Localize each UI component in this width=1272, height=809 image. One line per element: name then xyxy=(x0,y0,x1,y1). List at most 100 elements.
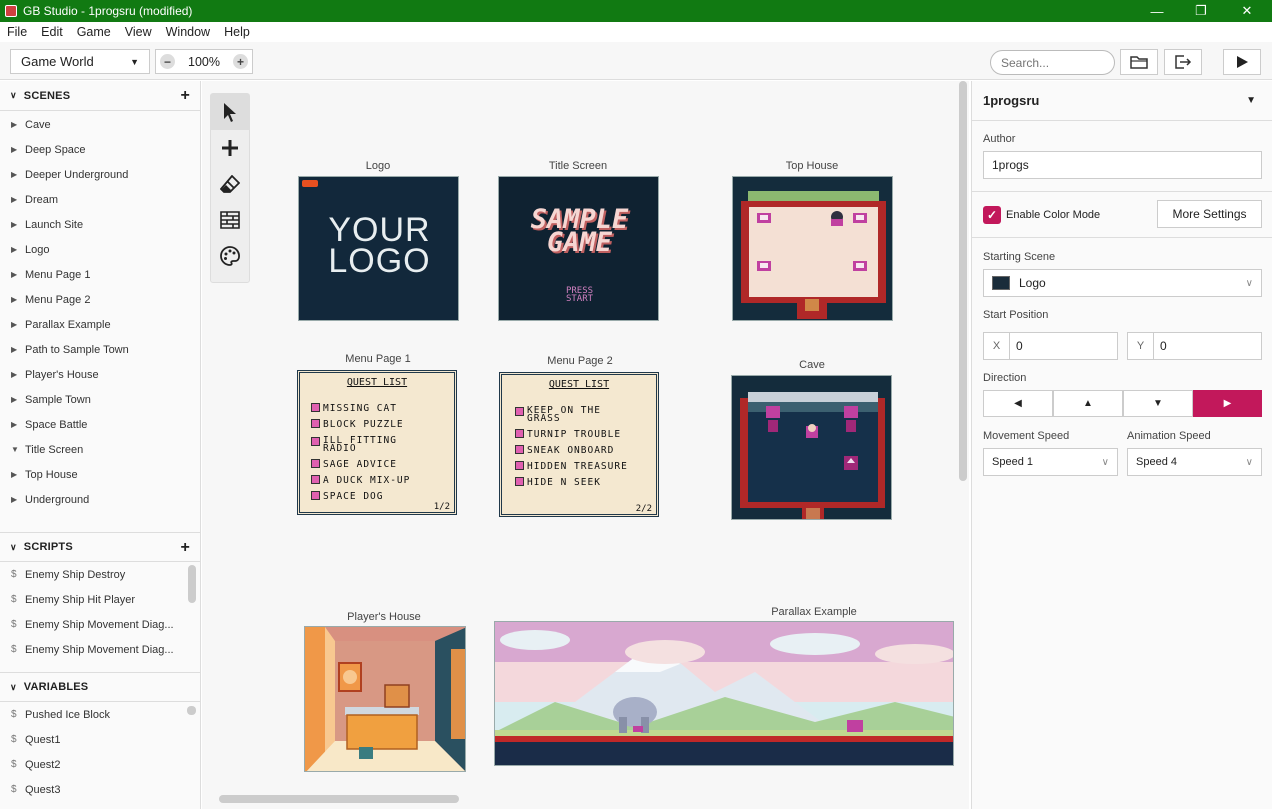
scene-logo[interactable]: YOUR LOGO xyxy=(298,176,459,321)
scenes-section-header[interactable]: ∨ SCENES + xyxy=(0,81,200,111)
scene-menu-page-1[interactable]: QUEST LIST MISSING CAT BLOCK PUZZLE ILL … xyxy=(297,370,457,515)
scene-parallax-example[interactable] xyxy=(494,621,954,766)
direction-label: Direction xyxy=(983,372,1027,384)
menu-help[interactable]: Help xyxy=(217,25,257,39)
scene-item[interactable]: ▶ Deep Space xyxy=(0,137,200,162)
starting-scene-select[interactable]: Logo ∨ xyxy=(983,269,1262,297)
direction-right-button[interactable]: ▶ xyxy=(1193,390,1262,417)
color-mode-checkbox[interactable]: ✓ xyxy=(983,206,1001,224)
scene-item[interactable]: ▶ Menu Page 2 xyxy=(0,287,200,312)
scene-cave[interactable] xyxy=(731,375,892,520)
view-select-label: Game World xyxy=(21,54,94,69)
scripts-section-header[interactable]: ∨ SCRIPTS + xyxy=(0,532,200,562)
quest-item-label: SNEAK ONBOARD xyxy=(527,445,615,456)
quest-item-label: KEEP ON THE GRASS xyxy=(527,405,601,424)
chevron-down-icon: ∨ xyxy=(10,681,17,692)
direction-down-button[interactable]: ▼ xyxy=(1123,390,1193,417)
menu-window[interactable]: Window xyxy=(159,25,217,39)
zoom-in-button[interactable]: + xyxy=(232,54,248,69)
start-y-field[interactable]: Y 0 xyxy=(1127,332,1262,360)
scene-title-screen[interactable]: SAMPLE GAME PRESS START xyxy=(498,176,659,321)
scene-item[interactable]: ▶ Menu Page 1 xyxy=(0,262,200,287)
maximize-icon[interactable]: ❐ xyxy=(1178,0,1224,22)
add-tool[interactable] xyxy=(211,130,249,166)
quest-item-label: MISSING CAT xyxy=(323,403,397,414)
movement-speed-label: Movement Speed xyxy=(983,430,1070,442)
scene-item[interactable]: ▶ Space Battle xyxy=(0,412,200,437)
direction-up-button[interactable]: ▲ xyxy=(1053,390,1123,417)
variable-item[interactable]: $ Pushed Ice Block xyxy=(0,702,200,727)
variable-icon: $ xyxy=(11,734,17,745)
scene-item[interactable]: ▶ Player's House xyxy=(0,362,200,387)
scene-item[interactable]: ▶ Sample Town xyxy=(0,387,200,412)
variable-item[interactable]: $ Quest3 xyxy=(0,777,200,802)
zoom-out-button[interactable]: − xyxy=(160,54,175,69)
checkbox-icon xyxy=(311,403,320,412)
scene-item[interactable]: ▶ Dream xyxy=(0,187,200,212)
scene-item[interactable]: ▶ Path to Sample Town xyxy=(0,337,200,362)
menu-view[interactable]: View xyxy=(118,25,159,39)
play-button[interactable] xyxy=(1223,49,1261,75)
scene-item[interactable]: ▶ Parallax Example xyxy=(0,312,200,337)
canvas-vertical-scrollbar[interactable] xyxy=(959,81,967,481)
view-select[interactable]: Game World ▼ xyxy=(10,49,150,74)
scene-top-house[interactable] xyxy=(732,176,893,321)
title-bar: GB Studio - 1progsru (modified) — ❐ ✕ xyxy=(0,0,1272,22)
menu-file[interactable]: File xyxy=(0,25,34,39)
scene-players-house[interactable] xyxy=(304,626,466,772)
variables-scrollbar[interactable] xyxy=(187,706,196,715)
script-item[interactable]: $ Enemy Ship Movement Diag... xyxy=(0,612,200,637)
menu-game[interactable]: Game xyxy=(70,25,118,39)
caret-right-icon: ▶ xyxy=(11,395,18,404)
minimize-icon[interactable]: — xyxy=(1134,0,1180,22)
chevron-down-icon: ∨ xyxy=(1101,456,1109,468)
start-x-field[interactable]: X 0 xyxy=(983,332,1118,360)
world-canvas[interactable]: Logo YOUR LOGO Title Screen SAMPLE GAME … xyxy=(202,81,969,809)
direction-left-button[interactable]: ◀ xyxy=(983,390,1053,417)
select-tool[interactable] xyxy=(211,94,249,130)
more-settings-button[interactable]: More Settings xyxy=(1157,200,1262,228)
checkbox-icon xyxy=(311,475,320,484)
animation-speed-select[interactable]: Speed 4 ∨ xyxy=(1127,448,1262,476)
scripts-scrollbar[interactable] xyxy=(188,565,196,603)
author-field[interactable]: 1progs xyxy=(983,151,1262,179)
scenes-section-title: SCENES xyxy=(23,89,71,102)
canvas-horizontal-scrollbar[interactable] xyxy=(219,795,459,803)
caret-right-icon: ▶ xyxy=(11,295,18,304)
scene-thumbnail-icon xyxy=(992,276,1010,290)
eraser-tool[interactable] xyxy=(211,166,249,202)
collision-tool[interactable] xyxy=(211,202,249,238)
search-input[interactable] xyxy=(990,50,1115,75)
start-marker-icon xyxy=(302,180,318,187)
menu-edit[interactable]: Edit xyxy=(34,25,70,39)
project-header[interactable]: 1progsru ▼ xyxy=(972,81,1272,121)
script-item[interactable]: $ Enemy Ship Destroy xyxy=(0,562,200,587)
movement-speed-select[interactable]: Speed 1 ∨ xyxy=(983,448,1118,476)
scene-item[interactable]: ▶ Underground xyxy=(0,487,200,512)
variable-item-label: Quest3 xyxy=(25,783,61,796)
caret-right-icon: ▶ xyxy=(11,320,18,329)
scene-item[interactable]: ▶ Logo xyxy=(0,237,200,262)
quest-list-header: QUEST LIST xyxy=(346,377,408,388)
scene-item[interactable]: ▶ Cave xyxy=(0,112,200,137)
variables-section-header[interactable]: ∨ VARIABLES xyxy=(0,672,200,702)
color-tool[interactable] xyxy=(211,238,249,274)
animation-speed-value: Speed 4 xyxy=(1136,456,1177,468)
add-scene-icon[interactable]: + xyxy=(180,87,190,105)
caret-down-icon[interactable]: ▼ xyxy=(1246,95,1256,106)
add-script-icon[interactable]: + xyxy=(180,539,190,557)
script-item[interactable]: $ Enemy Ship Movement Diag... xyxy=(0,637,200,662)
scene-item[interactable]: ▶ Top House xyxy=(0,462,200,487)
script-item[interactable]: $ Enemy Ship Hit Player xyxy=(0,587,200,612)
palette-icon xyxy=(220,246,240,266)
variable-item[interactable]: $ Quest1 xyxy=(0,727,200,752)
variable-item[interactable]: $ Quest2 xyxy=(0,752,200,777)
open-folder-button[interactable] xyxy=(1120,49,1158,75)
scene-menu-page-2[interactable]: QUEST LIST KEEP ON THE GRASS TURNIP TROU… xyxy=(499,372,659,517)
close-icon[interactable]: ✕ xyxy=(1224,0,1270,22)
scene-item[interactable]: ▼ Title Screen xyxy=(0,437,200,462)
scene-item[interactable]: ▶ Deeper Underground xyxy=(0,162,200,187)
export-button[interactable] xyxy=(1164,49,1202,75)
quest-item: SAGE ADVICE xyxy=(311,457,423,473)
scene-item[interactable]: ▶ Launch Site xyxy=(0,212,200,237)
